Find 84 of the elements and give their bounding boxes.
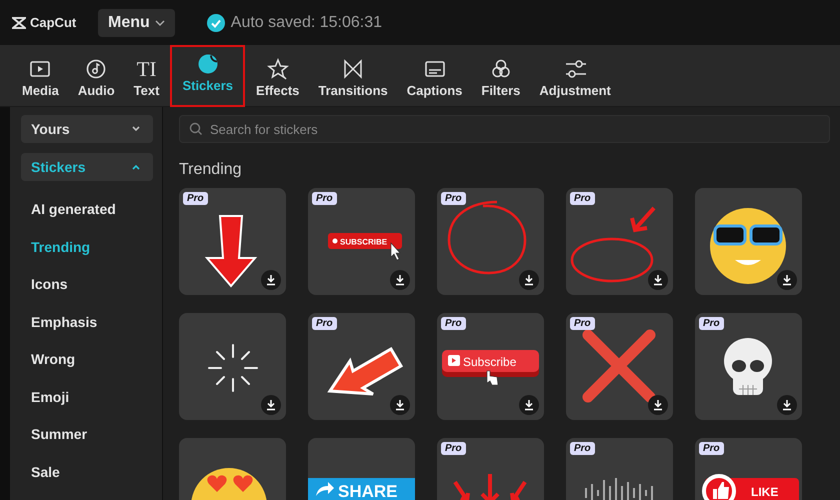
download-icon[interactable] [390,395,410,415]
tool-tab[interactable]: Filters [473,52,528,106]
check-icon [206,14,225,32]
pro-badge: Pro [570,317,595,330]
tool-tab[interactable]: TI Text [126,52,168,106]
sticker-text: LIKE [751,485,778,499]
sticker-tile[interactable]: Pro [437,188,544,295]
download-icon[interactable] [261,270,281,290]
tool-tab[interactable]: Effects [248,52,308,106]
audio-wave-sticker [585,477,653,500]
sticker-tile[interactable]: SUBSCRIBE Pro [308,188,415,295]
pro-badge: Pro [699,317,724,330]
sticker-tile[interactable]: Pro [566,188,673,295]
sticker-tile[interactable]: Pro [179,188,286,295]
sticker-text: SHARE [338,482,398,500]
download-icon[interactable] [519,395,539,415]
tool-tab[interactable]: Transitions [310,52,396,106]
pro-badge: Pro [441,317,466,330]
caret-icon [131,126,141,132]
sliders-icon [564,58,586,80]
pro-badge: Pro [441,442,466,455]
sticker-tile[interactable] [695,188,802,295]
sidebar-item[interactable]: Summer [21,416,152,454]
share-arrow-icon [316,482,334,496]
pro-badge: Pro [699,442,724,455]
menu-button[interactable]: Menu [98,8,175,36]
download-icon[interactable] [390,270,410,290]
sidebar-item[interactable]: Icons [21,266,152,304]
sticker-text: Subscribe [463,355,516,369]
pro-badge: Pro [570,192,595,205]
sticker-tile[interactable]: Pro [566,313,673,420]
sidebar-item[interactable]: AI generated [21,191,152,228]
download-icon[interactable] [648,395,668,415]
pro-badge: Pro [570,442,595,455]
burst-sticker [208,344,258,392]
skull-sticker [724,338,772,396]
tool-tab[interactable]: Audio [70,52,123,106]
thumbs-up-icon [702,474,736,500]
download-icon[interactable] [648,270,668,290]
play-screen-icon [29,58,52,80]
app-logo-text: CapCut [30,15,76,30]
caret-icon [131,164,141,170]
download-icon[interactable] [777,395,797,415]
download-icon[interactable] [261,395,281,415]
download-icon[interactable] [777,270,797,290]
sticker-tile[interactable]: Subscribe Pro [437,313,544,420]
sticker-text: SUBSCRIBE [340,238,388,246]
tool-tab[interactable]: Captions [398,52,470,106]
save-status: Auto saved: 15:06:31 [230,14,382,32]
play-icon [448,355,460,366]
sidebar-item[interactable]: Trending [21,228,152,266]
bowtie-icon [342,58,364,80]
caption-screen-icon [424,58,446,80]
search-icon [189,122,203,136]
circles-icon [490,58,512,80]
download-icon[interactable] [519,270,539,290]
sticker-tile[interactable]: Pro [695,313,802,420]
pro-badge: Pro [312,192,337,205]
pro-badge: Pro [183,192,208,205]
sticker-tile[interactable]: Pro [566,438,673,500]
tool-tab[interactable]: Stickers [170,45,246,107]
search-field[interactable]: Search for stickers [179,115,830,143]
cursor-icon [390,242,401,260]
music-note-icon [85,58,108,80]
sticker-tile[interactable] [179,313,286,420]
sticker-tile[interactable]: Pro [308,313,415,420]
logo-icon [12,16,26,28]
tool-tab[interactable]: Media [14,52,67,106]
category-dropdown[interactable]: Yours [21,115,153,143]
sticker-icon [196,53,219,75]
hand-cursor-icon [486,370,498,386]
caret-icon [154,20,165,26]
star-icon [266,58,289,80]
sticker-tile[interactable]: LIKE Pro [695,438,802,500]
sidebar-item[interactable]: Sale [21,454,152,491]
category-dropdown[interactable]: Stickers [21,153,153,181]
pro-badge: Pro [441,192,466,205]
pro-badge: Pro [312,317,337,330]
section-title: Trending [179,161,243,179]
sidebar-item[interactable]: Emoji [21,378,152,416]
sticker-tile[interactable]: Pro [437,438,544,500]
sidebar-item[interactable]: Wrong [21,341,152,378]
tool-tab[interactable]: Adjustment [531,52,619,106]
sidebar-item[interactable]: Emphasis [21,304,152,341]
